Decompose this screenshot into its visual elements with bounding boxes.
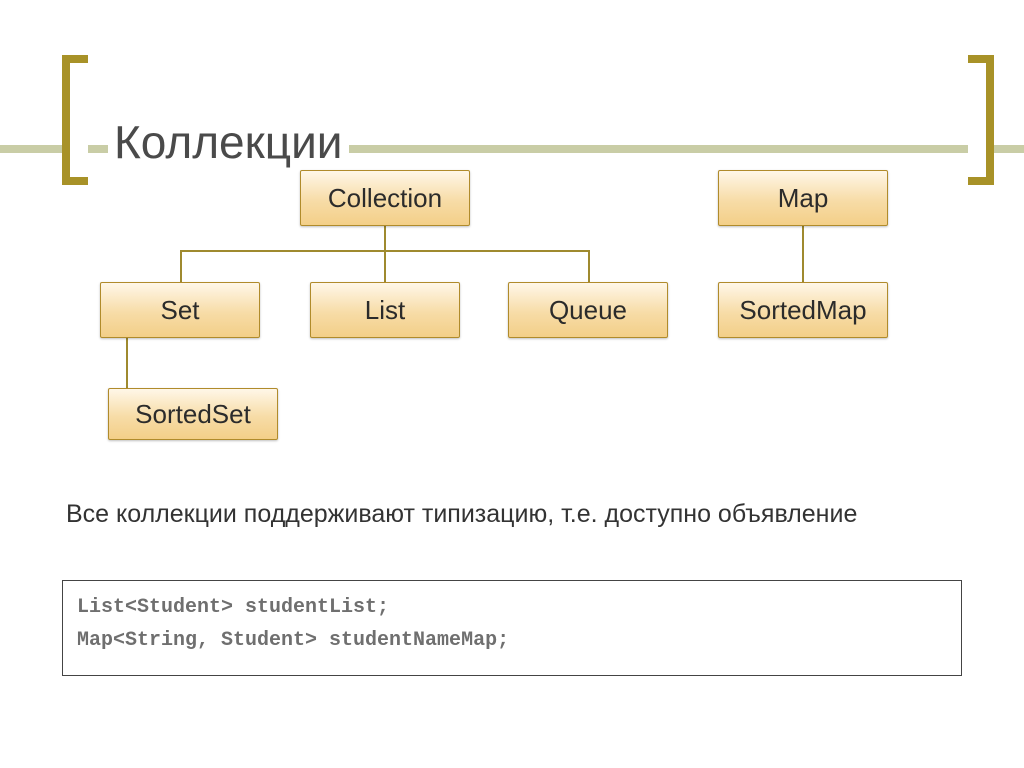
bracket-right-icon: [968, 55, 994, 185]
node-set: Set: [100, 282, 260, 338]
slide-title-bar: Коллекции: [0, 30, 1024, 160]
node-label: Queue: [549, 295, 627, 326]
node-label: Map: [778, 183, 829, 214]
connector: [180, 250, 182, 282]
code-line: List<Student> studentList;: [77, 596, 389, 619]
node-label: Collection: [328, 183, 442, 214]
code-line: Map<String, Student> studentNameMap;: [77, 629, 509, 652]
node-label: SortedSet: [135, 399, 251, 430]
connector: [802, 226, 804, 282]
node-sortedset: SortedSet: [108, 388, 278, 440]
code-example: List<Student> studentList; Map<String, S…: [62, 580, 962, 676]
node-map: Map: [718, 170, 888, 226]
node-list: List: [310, 282, 460, 338]
connector: [384, 250, 386, 282]
connector: [588, 250, 590, 282]
connector: [384, 226, 386, 250]
node-sortedmap: SortedMap: [718, 282, 888, 338]
node-queue: Queue: [508, 282, 668, 338]
node-collection: Collection: [300, 170, 470, 226]
node-label: Set: [160, 295, 199, 326]
bracket-left-icon: [62, 55, 88, 185]
slide-title: Коллекции: [108, 115, 349, 169]
caption-text: Все коллекции поддерживают типизацию, т.…: [66, 498, 946, 532]
node-label: SortedMap: [739, 295, 866, 326]
node-label: List: [365, 295, 405, 326]
